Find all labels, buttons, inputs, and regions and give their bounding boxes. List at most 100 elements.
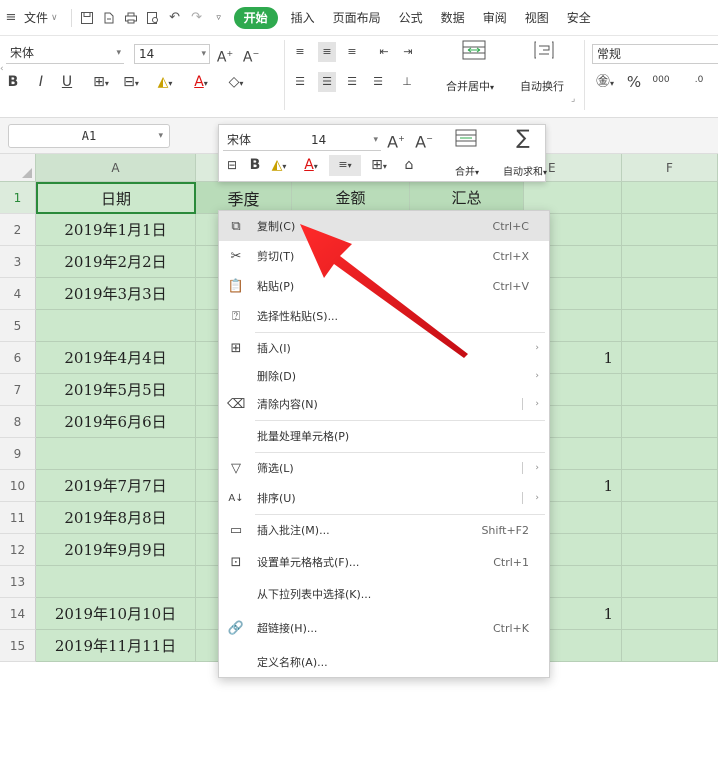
print-preview-icon[interactable] — [142, 0, 164, 36]
percent-button[interactable]: % — [624, 72, 644, 92]
cell-a-11[interactable]: 2019年8月8日 — [36, 502, 196, 534]
column-header-a[interactable]: A — [36, 154, 196, 182]
mini-border-icon[interactable]: ⊞▾ — [365, 155, 393, 177]
row-header[interactable]: 1 — [0, 182, 36, 214]
mini-format-painter-icon[interactable]: ⌂ — [399, 155, 419, 175]
cell-f-3[interactable] — [622, 246, 718, 278]
align-right-icon[interactable]: ☰ — [344, 72, 360, 92]
italic-icon[interactable]: I — [34, 72, 48, 92]
tab-security[interactable]: 安全 — [558, 0, 600, 36]
align-middle-icon[interactable]: ≡ — [318, 42, 336, 62]
cell-a-13[interactable] — [36, 566, 196, 598]
mini-autosum-icon[interactable]: ∑ — [511, 127, 535, 147]
menu-item-hyperlink[interactable]: 🔗 超链接(H)... Ctrl+K — [219, 613, 549, 643]
cell-a-10[interactable]: 2019年7月7日 — [36, 470, 196, 502]
row-header[interactable]: 8 — [0, 406, 36, 438]
number-format-combo[interactable]: 常规 — [592, 44, 718, 64]
merge-center-button[interactable]: 合并居中▾ — [446, 78, 494, 94]
row-header[interactable]: 14 — [0, 598, 36, 630]
tab-view[interactable]: 视图 — [516, 0, 558, 36]
row-header[interactable]: 10 — [0, 470, 36, 502]
row-header[interactable]: 13 — [0, 566, 36, 598]
menu-item-define-name[interactable]: 定义名称(A)... — [219, 647, 549, 677]
undo-icon[interactable]: ↶ — [164, 0, 186, 36]
menu-item-copy[interactable]: ⧉ 复制(C) Ctrl+C — [219, 211, 549, 241]
menu-item-insert-comment[interactable]: ▭ 插入批注(M)... Shift+F2 — [219, 515, 549, 545]
column-header-f[interactable]: F — [622, 154, 718, 182]
justify-icon[interactable]: ☰ — [370, 72, 386, 92]
cell-f-5[interactable] — [622, 310, 718, 342]
menu-item-filter[interactable]: ▽ 筛选(L) › — [219, 453, 549, 483]
row-header[interactable]: 2 — [0, 214, 36, 246]
tab-insert[interactable]: 插入 — [282, 0, 324, 36]
cell-a-5[interactable] — [36, 310, 196, 342]
file-menu[interactable]: 文件 ∨ — [22, 0, 67, 36]
customize-dropdown-icon[interactable]: ▿ — [208, 0, 230, 36]
mini-decrease-font-icon[interactable]: A− — [413, 129, 435, 152]
cell-f-7[interactable] — [622, 374, 718, 406]
merge-center-icon[interactable] — [460, 40, 488, 66]
decrease-indent-icon[interactable]: ⇤ — [376, 42, 392, 62]
mini-fill-color-icon[interactable]: ◭▾ — [265, 155, 293, 177]
increase-decimal-button[interactable]: .0 — [688, 70, 710, 90]
cell-a-7[interactable]: 2019年5月5日 — [36, 374, 196, 406]
name-box[interactable]: A1 ▾ — [8, 124, 170, 148]
mini-font-color-icon[interactable]: A▾ — [297, 155, 325, 177]
export-icon[interactable] — [98, 0, 120, 36]
menu-item-insert[interactable]: ⊞ 插入(I) › — [219, 333, 549, 363]
redo-icon[interactable]: ↷ — [186, 0, 208, 36]
menu-item-paste[interactable]: 📋 粘贴(P) Ctrl+V — [219, 271, 549, 301]
ribbon-scroll-left-icon[interactable]: ‹ — [0, 64, 4, 74]
cell-f-11[interactable] — [622, 502, 718, 534]
row-header[interactable]: 15 — [0, 630, 36, 662]
print-icon[interactable] — [120, 0, 142, 36]
cell-a-4[interactable]: 2019年3月3日 — [36, 278, 196, 310]
tab-page-layout[interactable]: 页面布局 — [324, 0, 390, 36]
cell-a-2[interactable]: 2019年1月1日 — [36, 214, 196, 246]
mini-bold-icon[interactable]: B — [247, 155, 263, 175]
decrease-font-icon[interactable]: A− — [242, 44, 260, 68]
select-all-corner[interactable] — [0, 154, 36, 182]
mini-font-size-combo[interactable]: 14 ▾ — [307, 131, 381, 151]
cell-f-2[interactable] — [622, 214, 718, 246]
cell-a-1[interactable]: 日期 — [36, 182, 196, 214]
row-header[interactable]: 11 — [0, 502, 36, 534]
tab-formula[interactable]: 公式 — [390, 0, 432, 36]
fill-color-icon[interactable]: ◭▾ — [150, 72, 180, 94]
border-icon[interactable]: ⊞▾ — [88, 72, 114, 94]
cell-a-12[interactable]: 2019年9月9日 — [36, 534, 196, 566]
increase-font-icon[interactable]: A+ — [216, 44, 234, 68]
mini-autosum-button[interactable]: 自动求和▾ — [503, 163, 547, 178]
currency-icon[interactable]: ㊎▾ — [592, 72, 618, 94]
clear-format-icon[interactable]: ◇▾ — [220, 72, 252, 94]
cell-f-14[interactable] — [622, 598, 718, 630]
row-header[interactable]: 7 — [0, 374, 36, 406]
cell-f-8[interactable] — [622, 406, 718, 438]
cell-a-9[interactable] — [36, 438, 196, 470]
tab-home[interactable]: 开始 — [233, 6, 278, 29]
row-header[interactable]: 6 — [0, 342, 36, 374]
auto-wrap-icon[interactable] — [530, 40, 558, 66]
align-left-icon[interactable]: ☰ — [292, 72, 308, 92]
align-center-icon[interactable]: ☰ — [318, 72, 336, 92]
row-header[interactable]: 3 — [0, 246, 36, 278]
mini-align-icon[interactable]: ≡▾ — [329, 155, 361, 176]
cell-f-9[interactable] — [622, 438, 718, 470]
menu-item-format-cells[interactable]: ⊡ 设置单元格格式(F)... Ctrl+1 — [219, 547, 549, 577]
cell-a-15[interactable]: 2019年11月11日 — [36, 630, 196, 662]
menu-item-delete[interactable]: 删除(D) › — [219, 361, 549, 391]
mini-wrap-icon[interactable]: ⊟ — [223, 155, 241, 175]
auto-wrap-button[interactable]: 自动换行 — [520, 78, 564, 94]
hamburger-menu-icon[interactable]: ≡ — [0, 0, 22, 36]
menu-item-batch-process[interactable]: 批量处理单元格(P) — [219, 421, 549, 451]
align-top-icon[interactable]: ≡ — [292, 42, 308, 62]
cell-f-13[interactable] — [622, 566, 718, 598]
menu-item-clear-contents[interactable]: ⌫ 清除内容(N) › — [219, 389, 549, 419]
cell-a-3[interactable]: 2019年2月2日 — [36, 246, 196, 278]
font-color-icon[interactable]: A▾ — [186, 72, 216, 94]
row-header[interactable]: 12 — [0, 534, 36, 566]
mini-increase-font-icon[interactable]: A+ — [385, 129, 407, 152]
thousands-separator-button[interactable]: 000 — [650, 70, 672, 90]
cell-style-icon[interactable]: ⊟▾ — [118, 72, 144, 94]
cell-a-14[interactable]: 2019年10月10日 — [36, 598, 196, 630]
